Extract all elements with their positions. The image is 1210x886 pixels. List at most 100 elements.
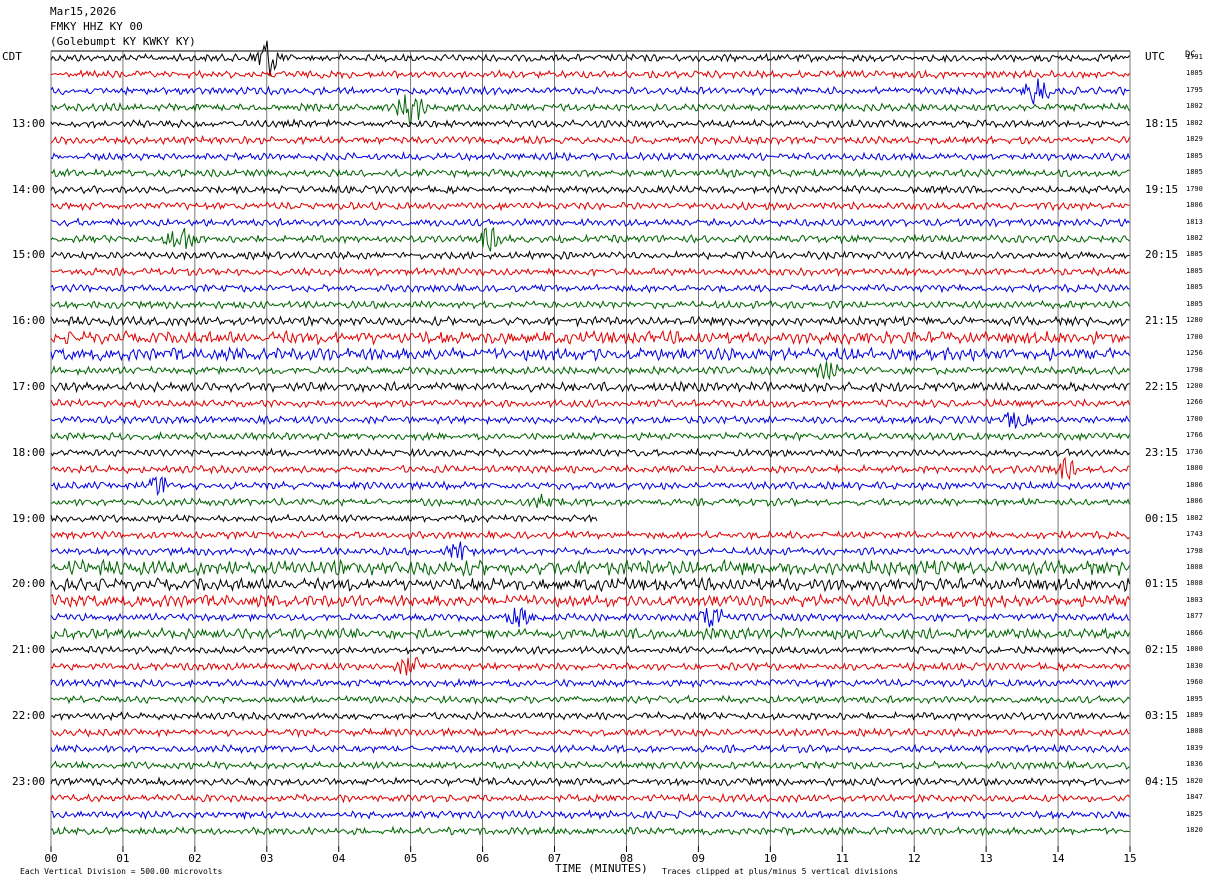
trace-row-36 bbox=[50, 645, 1130, 656]
trace-row-43 bbox=[50, 759, 1130, 771]
trace-row-22 bbox=[50, 412, 1130, 429]
trace-row-40 bbox=[50, 710, 1130, 722]
right-hour-label: 22:15 bbox=[1145, 380, 1179, 393]
x-tick-label: 09 bbox=[692, 852, 705, 865]
station-site: (Golebumpt KY KWKY KY) bbox=[50, 35, 196, 48]
dc-offset-label: 1805 bbox=[1186, 266, 1203, 275]
x-tick-label: 15 bbox=[1123, 852, 1136, 865]
trace-row-46 bbox=[50, 809, 1130, 821]
left-hour-label: 19:00 bbox=[12, 511, 46, 525]
trace-row-18 bbox=[50, 346, 1130, 363]
dc-offset-label: 1830 bbox=[1186, 661, 1203, 670]
dc-offset-label: 1808 bbox=[1186, 727, 1203, 736]
trace-row-13 bbox=[50, 266, 1130, 278]
trace-row-4 bbox=[50, 118, 1130, 129]
trace-row-11 bbox=[50, 226, 1130, 252]
right-hour-label: 21:15 bbox=[1145, 314, 1179, 328]
left-hour-label: 22:00 bbox=[12, 709, 46, 722]
dc-offset-label: 1813 bbox=[1186, 217, 1203, 226]
x-tick-label: 02 bbox=[188, 852, 201, 865]
trace-row-42 bbox=[50, 743, 1130, 755]
dc-offset-label: 1798 bbox=[1186, 546, 1203, 555]
left-hour-label: 17:00 bbox=[12, 380, 46, 393]
right-hour-label: 18:15 bbox=[1145, 116, 1179, 130]
x-tick-label: 05 bbox=[404, 852, 417, 865]
trace-row-5 bbox=[50, 134, 1130, 146]
trace-row-34 bbox=[50, 606, 1130, 628]
x-tick-label: 04 bbox=[332, 852, 346, 865]
dc-offset-label: 1256 bbox=[1186, 349, 1203, 358]
dc-offset-label: 1806 bbox=[1186, 497, 1203, 506]
dc-offset-label: 1806 bbox=[1186, 480, 1203, 489]
station-code: FMKY HHZ KY 00 bbox=[50, 20, 143, 33]
x-tick-label: 06 bbox=[476, 852, 489, 865]
dc-offset-label: 1800 bbox=[1186, 645, 1203, 654]
dc-offset-label: 1280 bbox=[1186, 316, 1203, 325]
dc-offset-label: 1805 bbox=[1186, 69, 1203, 78]
dc-offset-label: 1743 bbox=[1186, 530, 1203, 539]
helicorder-plot: 00 01 02 03 04 05 06 07 08 09 10 11 12 13 14 15 bbox=[44, 40, 1137, 865]
x-tick-label: 12 bbox=[908, 852, 921, 865]
trace-row-19 bbox=[50, 361, 1130, 381]
dc-offset-label: 1802 bbox=[1186, 513, 1203, 522]
dc-offset-label: 1805 bbox=[1186, 283, 1203, 292]
dc-offset-label: 1895 bbox=[1186, 694, 1203, 703]
trace-row-3 bbox=[50, 94, 1130, 125]
trace-row-29 bbox=[50, 529, 1130, 541]
dc-offset-label: 1798 bbox=[1186, 365, 1203, 374]
trace-row-25 bbox=[50, 456, 1130, 481]
dc-offset-label: 1805 bbox=[1186, 151, 1203, 160]
trace-row-27 bbox=[50, 493, 1130, 509]
trace-row-15 bbox=[50, 299, 1130, 311]
trace-row-23 bbox=[50, 431, 1130, 442]
trace-row-41 bbox=[50, 726, 1130, 739]
trace-row-12 bbox=[50, 249, 1130, 261]
right-hour-label: 01:15 bbox=[1145, 577, 1179, 591]
dc-offset-label: 1790 bbox=[1186, 184, 1203, 193]
trace-row-26 bbox=[50, 475, 1130, 497]
dc-offset-label: 1700 bbox=[1186, 414, 1203, 423]
dc-offset-label: 1829 bbox=[1186, 135, 1203, 144]
trace-row-10 bbox=[50, 217, 1130, 228]
dc-offset-label: 1200 bbox=[1186, 382, 1203, 390]
dc-offset-label: 1802 bbox=[1186, 118, 1203, 127]
right-timezone-label: UTC bbox=[1145, 50, 1165, 63]
dc-offset-label: 1736 bbox=[1186, 447, 1203, 456]
dc-offset-label: 1825 bbox=[1186, 809, 1203, 818]
x-tick-label: 13 bbox=[980, 852, 993, 865]
trace-row-21 bbox=[50, 398, 1130, 409]
dc-offset-label: 1889 bbox=[1186, 711, 1203, 719]
trace-row-24 bbox=[50, 447, 1130, 458]
dc-offset-label: 1820 bbox=[1186, 826, 1203, 835]
trace-row-31 bbox=[50, 558, 1130, 578]
x-axis-title: TIME (MINUTES) bbox=[555, 862, 648, 875]
trace-row-32 bbox=[50, 576, 1130, 593]
dc-offset-label: 1808 bbox=[1186, 579, 1203, 588]
dc-offset-label: 1839 bbox=[1186, 743, 1203, 752]
dc-offset-label: 1802 bbox=[1186, 233, 1203, 242]
seismic-traces bbox=[50, 40, 1130, 837]
trace-row-37 bbox=[50, 656, 1130, 676]
dc-offset-label: 1800 bbox=[1186, 464, 1203, 473]
trace-row-28 bbox=[50, 513, 598, 524]
x-tick-label: 14 bbox=[1051, 852, 1065, 865]
clip-note: Traces clipped at plus/minus 5 vertical … bbox=[662, 867, 899, 876]
dc-offset-label: 1791 bbox=[1186, 53, 1203, 61]
dc-offset-label: 1847 bbox=[1186, 793, 1203, 802]
trace-row-2 bbox=[50, 78, 1130, 105]
trace-row-8 bbox=[50, 184, 1130, 196]
dc-offset-label: 1805 bbox=[1186, 250, 1203, 259]
left-timezone-label: CDT bbox=[2, 50, 22, 63]
dc-offset-label: 1266 bbox=[1186, 398, 1203, 407]
trace-row-44 bbox=[50, 776, 1130, 788]
right-hour-label: 03:15 bbox=[1145, 709, 1179, 722]
left-hour-label: 21:00 bbox=[12, 643, 46, 657]
x-tick-label: 10 bbox=[764, 852, 777, 865]
trace-row-20 bbox=[50, 380, 1130, 394]
scale-note: Each Vertical Division = 500.00 microvol… bbox=[20, 867, 223, 876]
trace-row-30 bbox=[50, 541, 1130, 561]
trace-row-39 bbox=[50, 694, 1130, 705]
trace-row-16 bbox=[50, 314, 1130, 328]
dc-offset-label: 1806 bbox=[1186, 201, 1203, 210]
dc-offset-label: 1766 bbox=[1186, 431, 1203, 440]
